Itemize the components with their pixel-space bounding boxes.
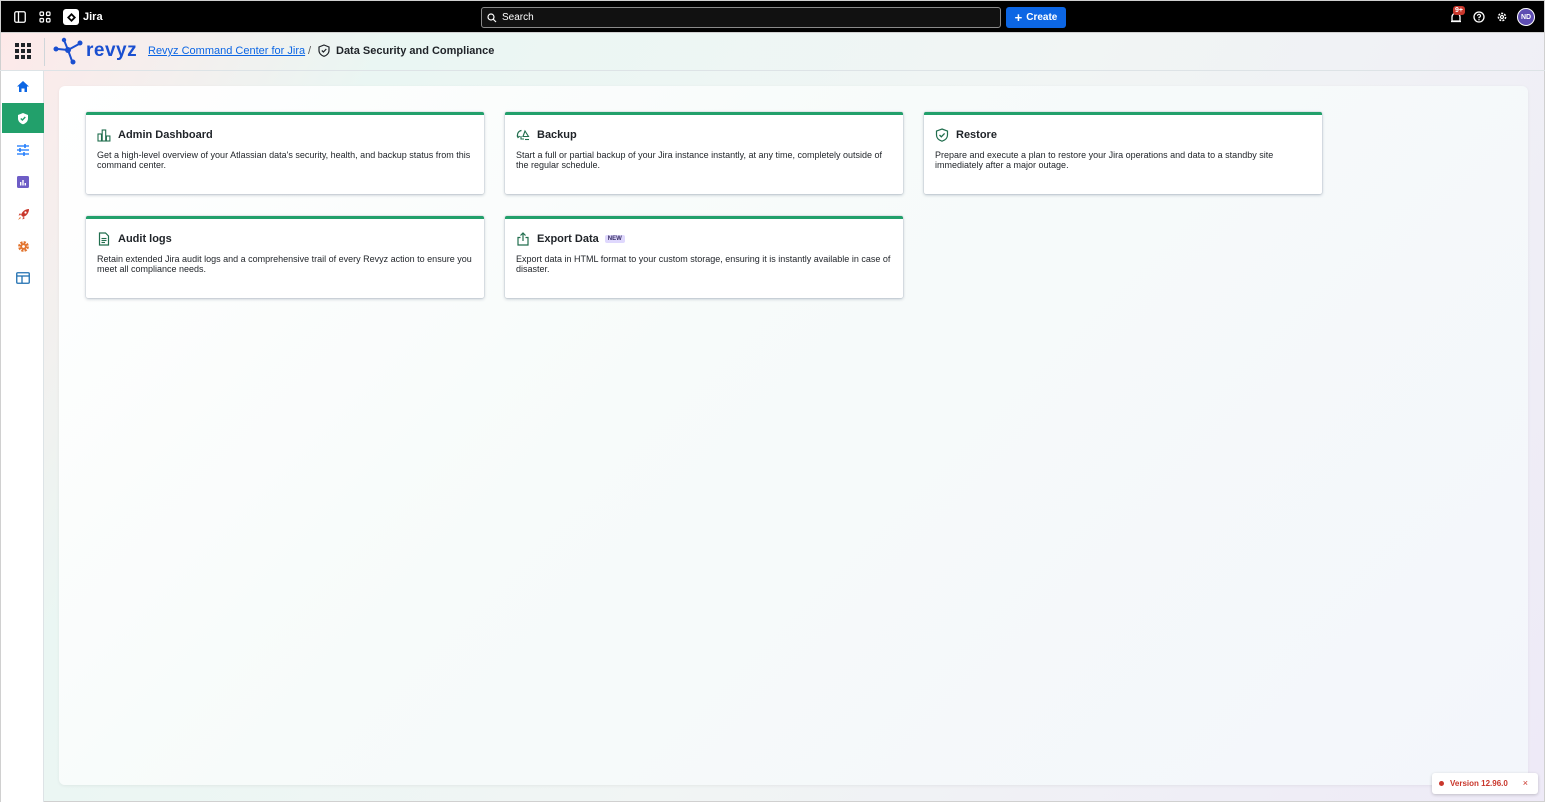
notification-count-badge: 9+ (1453, 6, 1465, 15)
shield-check-icon (935, 128, 949, 142)
card-title: Restore (956, 129, 997, 141)
card-description: Retain extended Jira audit logs and a co… (97, 254, 472, 274)
card-backup[interactable]: Backup Start a full or partial backup of… (505, 112, 903, 194)
breadcrumb-separator: / (308, 45, 312, 57)
shield-check-icon (18, 112, 28, 124)
card-description: Export data in HTML format to your custo… (516, 254, 891, 274)
close-icon[interactable]: × (1523, 778, 1528, 788)
settings-gear-icon[interactable] (1495, 10, 1509, 24)
card-admin-dashboard[interactable]: Admin Dashboard Get a high-level overvie… (86, 112, 484, 194)
nav-home[interactable] (2, 71, 44, 101)
app-switcher-icon[interactable] (38, 10, 52, 24)
create-label: Create (1026, 12, 1058, 23)
card-description: Get a high-level overview of your Atlass… (97, 150, 471, 170)
version-toast: Version 12.96.0 × (1432, 773, 1538, 794)
top-navigation-bar: Jira Search + Create 9+ ND (0, 0, 1545, 33)
chart-icon (97, 129, 111, 142)
export-icon (517, 232, 529, 246)
search-input[interactable]: Search (481, 7, 1001, 28)
search-placeholder: Search (502, 12, 534, 23)
breadcrumb-link[interactable]: Revyz Command Center for Jira (148, 45, 305, 57)
breadcrumb-current-page: Data Security and Compliance (336, 45, 495, 57)
card-description: Prepare and execute a plan to restore yo… (935, 150, 1274, 170)
layout-icon (16, 272, 30, 284)
card-title: Audit logs (118, 233, 172, 245)
revyz-logo-icon[interactable] (52, 37, 86, 65)
card-title: Export Data NEW (537, 233, 625, 245)
card-audit-logs[interactable]: Audit logs Retain extended Jira audit lo… (86, 216, 484, 298)
left-sidebar (0, 71, 44, 802)
help-icon[interactable] (1472, 10, 1486, 24)
jira-logo-icon[interactable] (63, 9, 79, 25)
main-content-panel: Admin Dashboard Get a high-level overvie… (59, 86, 1528, 785)
nav-getting-started[interactable] (2, 199, 44, 229)
backup-icon (516, 129, 530, 141)
bar-chart-icon (17, 176, 29, 188)
card-title-text: Export Data (537, 233, 599, 245)
home-icon (17, 80, 29, 92)
sidebar-toggle-icon[interactable] (13, 10, 27, 24)
create-button[interactable]: + Create (1006, 7, 1066, 28)
nav-reports[interactable] (2, 167, 44, 197)
search-icon (487, 12, 497, 22)
nav-configuration[interactable] (2, 135, 44, 165)
gear-icon (17, 240, 29, 252)
card-title: Backup (537, 129, 577, 141)
header-divider (44, 38, 45, 66)
user-avatar[interactable]: ND (1517, 8, 1535, 26)
card-restore[interactable]: Restore Prepare and execute a plan to re… (924, 112, 1322, 194)
version-label: Version 12.96.0 (1450, 779, 1508, 788)
card-description: Start a full or partial backup of your J… (516, 150, 883, 170)
app-grid-menu-icon[interactable] (15, 43, 31, 59)
shield-icon (318, 44, 330, 57)
document-icon (98, 232, 110, 246)
nav-settings[interactable] (2, 231, 44, 261)
card-export-data[interactable]: Export Data NEW Export data in HTML forma… (505, 216, 903, 298)
card-title: Admin Dashboard (118, 129, 213, 141)
rocket-icon (17, 208, 29, 220)
new-badge: NEW (604, 235, 625, 244)
plus-icon: + (1014, 9, 1023, 25)
status-dot-icon (1439, 781, 1444, 786)
brand-name[interactable]: revyz (86, 40, 137, 62)
nav-layout[interactable] (2, 263, 44, 293)
app-name[interactable]: Jira (83, 11, 103, 23)
nav-data-security[interactable] (2, 103, 44, 133)
sliders-icon (17, 144, 29, 156)
